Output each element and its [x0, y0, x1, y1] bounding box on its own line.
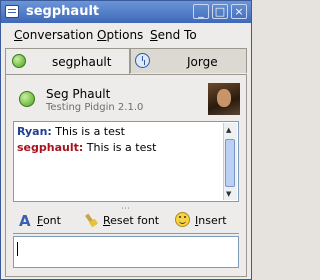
buddy-status-icon: [19, 91, 35, 107]
window-title: segphault: [26, 4, 100, 19]
smiley-icon: [175, 212, 190, 227]
scroll-up-arrow-icon[interactable]: ▲: [226, 126, 231, 134]
menu-options[interactable]: Options: [97, 28, 143, 42]
scrollbar-thumb[interactable]: [225, 139, 235, 187]
broom-icon: [85, 213, 99, 227]
maximize-button[interactable]: □: [212, 4, 228, 19]
available-icon: [12, 54, 26, 68]
tab-bar: segphault Jorge: [5, 48, 247, 75]
tab-label: segphault: [52, 55, 112, 69]
buddy-name: Seg Phault: [46, 87, 111, 101]
message-input[interactable]: [13, 236, 239, 268]
message-text: This is a test: [51, 125, 125, 138]
message-line: segphault: This is a test: [17, 141, 156, 154]
scroll-down-arrow-icon[interactable]: ▼: [226, 190, 231, 198]
menu-send-to[interactable]: Send To: [150, 28, 197, 42]
conversation-panel: Seg Phault Testing Pidgin 2.1.0 Ryan: Th…: [5, 74, 247, 277]
menubar: Conversation Options Send To: [1, 23, 251, 47]
menu-conversation[interactable]: Conversation: [14, 28, 93, 42]
tab-segphault[interactable]: segphault: [5, 48, 130, 75]
toolbar-divider: [13, 233, 239, 234]
buddy-status-message: Testing Pidgin 2.1.0: [46, 102, 144, 113]
message-sender: Ryan:: [17, 125, 52, 138]
font-icon: A: [19, 212, 31, 230]
history-scrollbar[interactable]: ▲ ▼: [223, 123, 237, 200]
titlebar[interactable]: segphault _ □ ×: [1, 1, 251, 23]
message-line: Ryan: This is a test: [17, 125, 125, 138]
tab-jorge[interactable]: Jorge: [130, 48, 247, 73]
buddy-avatar[interactable]: [208, 83, 240, 115]
close-button[interactable]: ×: [231, 4, 247, 19]
minimize-button[interactable]: _: [193, 4, 209, 19]
window-menu-icon[interactable]: [5, 5, 19, 18]
message-sender: segphault:: [17, 141, 84, 154]
formatting-toolbar: A Font Reset font Insert: [19, 212, 227, 230]
conversation-window: segphault _ □ × Conversation Options Sen…: [0, 0, 252, 280]
message-history[interactable]: Ryan: This is a test segphault: This is …: [13, 121, 239, 202]
away-clock-icon: [135, 53, 150, 68]
text-cursor: [17, 242, 18, 256]
tab-label: Jorge: [187, 55, 218, 69]
message-text: This is a test: [83, 141, 157, 154]
